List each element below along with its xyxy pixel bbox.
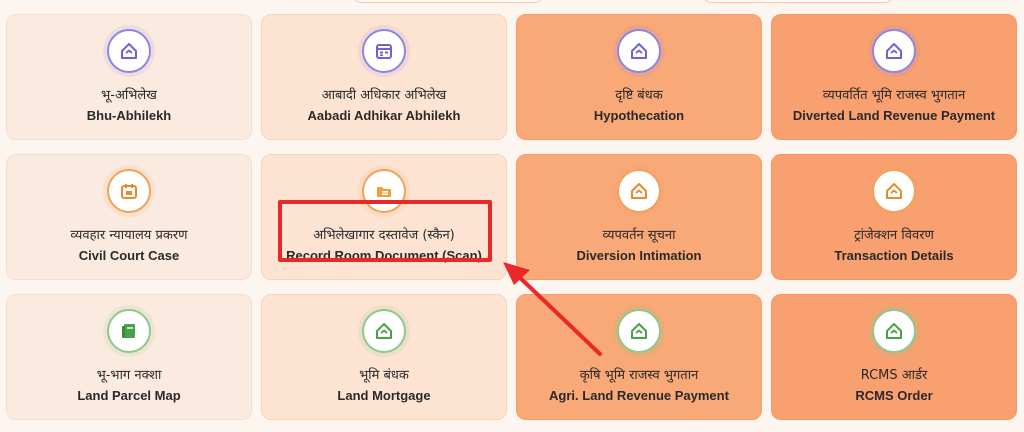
card-record-room-document[interactable]: अभिलेखागार दस्तावेज (स्कैन) Record Room … xyxy=(261,154,507,280)
card-hindi-label: आबादी अधिकार अभिलेख xyxy=(321,88,447,103)
home-icon xyxy=(872,29,916,73)
service-grid: भू-अभिलेख Bhu-Abhilekh आबादी अधिकार अभिल… xyxy=(0,10,1024,432)
card-hindi-label: दृष्टि बंधक xyxy=(615,88,663,103)
home-icon xyxy=(107,29,151,73)
top-strip xyxy=(0,0,1024,8)
home-icon xyxy=(872,309,916,353)
card-english-label: RCMS Order xyxy=(855,388,933,403)
home-icon xyxy=(617,309,661,353)
home-icon xyxy=(872,169,916,213)
card-hindi-label: भू-भाग नक्शा xyxy=(96,368,162,383)
card-rcms-order[interactable]: RCMS आर्डर RCMS Order xyxy=(771,294,1017,420)
card-land-parcel-map[interactable]: भू-भाग नक्शा Land Parcel Map xyxy=(6,294,252,420)
card-aabadi-adhikar-abhilekh[interactable]: आबादी अधिकार अभिलेख Aabadi Adhikar Abhil… xyxy=(261,14,507,140)
card-english-label: Land Parcel Map xyxy=(77,388,181,403)
card-hindi-label: भूमि बंधक xyxy=(359,368,409,383)
card-english-label: Agri. Land Revenue Payment xyxy=(549,388,729,403)
card-diversion-intimation[interactable]: व्यपवर्तन सूचना Diversion Intimation xyxy=(516,154,762,280)
card-transaction-details[interactable]: ट्रांजेक्शन विवरण Transaction Details xyxy=(771,154,1017,280)
home-icon xyxy=(617,29,661,73)
card-hypothecation[interactable]: दृष्टि बंधक Hypothecation xyxy=(516,14,762,140)
card-hindi-label: कृषि भूमि राजस्व भुगतान xyxy=(579,368,699,383)
calendar-icon xyxy=(107,169,151,213)
card-english-label: Bhu-Abhilekh xyxy=(86,108,172,123)
card-diverted-land-revenue-payment[interactable]: व्यपवर्तित भूमि राजस्व भुगतान Diverted L… xyxy=(771,14,1017,140)
top-tab-right xyxy=(702,0,894,3)
calendar-icon xyxy=(362,29,406,73)
card-hindi-label: अभिलेखागार दस्तावेज (स्कैन) xyxy=(313,228,455,243)
top-tab-left xyxy=(352,0,544,3)
card-english-label: Civil Court Case xyxy=(78,248,180,263)
card-civil-court-case[interactable]: व्यवहार न्यायालय प्रकरण Civil Court Case xyxy=(6,154,252,280)
card-english-label: Record Room Document (Scan) xyxy=(286,248,482,263)
card-hindi-label: RCMS आर्डर xyxy=(860,368,928,383)
card-english-label: Hypothecation xyxy=(593,108,685,123)
card-english-label: Land Mortgage xyxy=(337,388,431,403)
card-hindi-label: व्यपवर्तन सूचना xyxy=(602,228,676,243)
card-hindi-label: ट्रांजेक्शन विवरण xyxy=(854,228,934,243)
card-english-label: Aabadi Adhikar Abhilekh xyxy=(307,108,461,123)
card-land-mortgage[interactable]: भूमि बंधक Land Mortgage xyxy=(261,294,507,420)
card-agri-land-revenue-payment[interactable]: कृषि भूमि राजस्व भुगतान Agri. Land Reven… xyxy=(516,294,762,420)
card-hindi-label: भू-अभिलेख xyxy=(101,88,157,103)
folder-icon xyxy=(362,169,406,213)
home-icon xyxy=(362,309,406,353)
card-english-label: Transaction Details xyxy=(834,248,954,263)
card-english-label: Diverted Land Revenue Payment xyxy=(792,108,996,123)
card-hindi-label: व्यपवर्तित भूमि राजस्व भुगतान xyxy=(822,88,966,103)
card-english-label: Diversion Intimation xyxy=(576,248,702,263)
home-icon xyxy=(617,169,661,213)
card-bhu-abhilekh[interactable]: भू-अभिलेख Bhu-Abhilekh xyxy=(6,14,252,140)
book-icon xyxy=(107,309,151,353)
card-hindi-label: व्यवहार न्यायालय प्रकरण xyxy=(70,228,188,243)
